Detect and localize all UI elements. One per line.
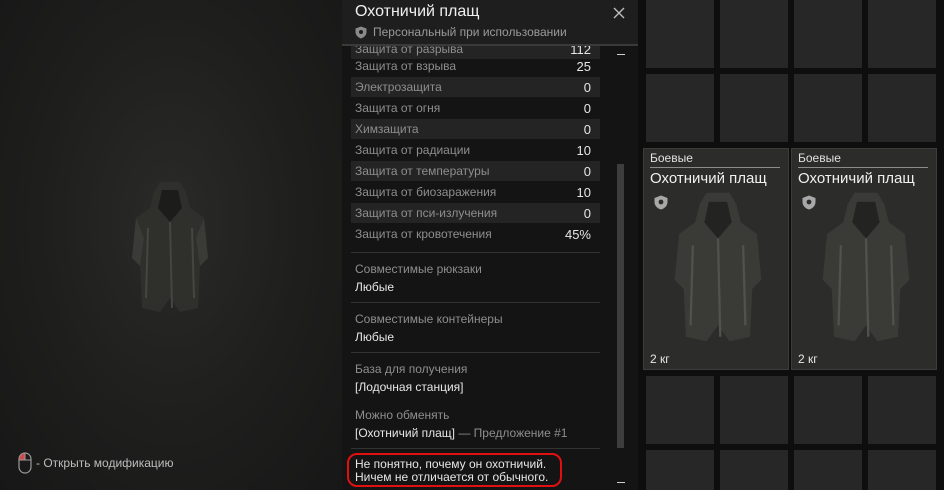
inventory-slot[interactable] [720,450,788,490]
binding-status-text: Персональный при использовании [373,25,567,39]
section-label: Можно обменять [355,408,450,422]
item-info-panel: Охотничий плащ Персональный при использо… [342,0,638,490]
section-value: Любые [355,330,395,344]
stat-name: Защита от разрыва [355,46,464,56]
description-note: Не понятно, почему он охотничий. Ничем н… [347,448,600,487]
shield-icon [802,195,816,210]
description-text: Не понятно, почему он охотничий. Ничем н… [355,458,548,484]
section-label: База для получения [355,362,468,376]
item-title: Охотничий плащ [355,3,480,20]
scroll-down-icon[interactable] [617,482,625,483]
stat-name: Электрозащита [355,80,442,94]
close-icon[interactable] [612,6,626,20]
stat-value: 0 [583,205,591,221]
item-preview-pane[interactable]: - Открыть модификацию [0,0,342,490]
divider [650,167,780,168]
inventory-grid: Боевые Охотничий плащ 2 кг Боевые Охотни… [638,0,944,490]
stats-scroll-area[interactable]: Защита от разрыва 112 Защита от взрыва 2… [342,46,610,490]
item-category: Боевые [650,151,693,165]
stat-row: Защита от радиации 10 [351,140,600,160]
panel-header: Охотничий плащ Персональный при использо… [342,0,638,46]
inventory-slot[interactable] [720,0,788,68]
stat-row: Защита от температуры 0 [351,161,600,181]
source-section: База для получения [Лодочная станция] Мо… [351,352,600,448]
section-label: Совместимые рюкзаки [355,262,482,276]
panel-scrollbar[interactable] [614,46,630,490]
item-weight: 2 кг [798,352,818,366]
scroll-thumb[interactable] [617,164,624,448]
inventory-item[interactable]: Боевые Охотничий плащ 2 кг [643,148,789,370]
compatible-containers-section: Совместимые контейнеры Любые [351,302,600,352]
section-value: Любые [355,280,395,294]
shield-icon [654,195,668,210]
inventory-slot[interactable] [794,376,862,444]
inventory-slot[interactable] [646,450,714,490]
binding-status: Персональный при использовании [355,25,567,39]
stat-name: Защита от пси-излучения [355,206,498,220]
scroll-up-icon[interactable] [617,54,625,55]
inventory-slot[interactable] [868,74,936,142]
stat-value: 112 [570,46,591,57]
stat-row: Защита от кровотечения 45% [351,224,600,244]
inventory-slot[interactable] [646,376,714,444]
section-label: Совместимые контейнеры [355,312,503,326]
stat-value: 10 [576,184,591,200]
stat-name: Защита от огня [355,101,441,115]
inventory-slot[interactable] [646,0,714,68]
stat-row: Химзащита 0 [351,119,600,139]
mouse-hint-text: - Открыть модификацию [36,456,174,470]
open-modification-hint: - Открыть модификацию [18,452,174,474]
item-name: Охотничий плащ [798,170,915,187]
item-weight: 2 кг [650,352,670,366]
stat-row: Электрозащита 0 [351,77,600,97]
inventory-slot[interactable] [794,74,862,142]
stat-value: 0 [583,163,591,179]
stat-value: 0 [583,121,591,137]
inventory-slot[interactable] [868,450,936,490]
stat-value: 45% [564,226,591,242]
stat-name: Химзащита [355,122,419,136]
inventory-slot[interactable] [794,450,862,490]
item-name: Охотничий плащ [650,170,767,187]
stat-row: Защита от биозаражения 10 [351,182,600,202]
mouse-icon [18,452,32,474]
compatible-backpacks-section: Совместимые рюкзаки Любые [351,252,600,302]
stat-row: Защита от взрыва 25 [351,56,600,76]
stat-value: 25 [576,58,591,74]
coat-image [674,192,762,342]
inventory-slot[interactable] [720,74,788,142]
stat-row: Защита от огня 0 [351,98,600,118]
description-line: Ничем не отличается от обычного. [355,470,549,484]
stat-value: 10 [576,142,591,158]
stat-name: Защита от биозаражения [355,185,497,199]
inventory-slot[interactable] [720,376,788,444]
inventory-slot[interactable] [868,0,936,68]
stat-row: Защита от пси-излучения 0 [351,203,600,223]
stat-name: Защита от взрыва [355,59,457,73]
source-link[interactable]: [Лодочная станция] [355,380,464,394]
inventory-slot[interactable] [868,376,936,444]
stat-name: Защита от кровотечения [355,227,492,241]
coat-preview-image[interactable] [128,178,212,316]
exchange-value: [Охотничий плащ] — Предложение #1 [355,426,567,440]
coat-image [822,192,910,342]
stat-value: 0 [583,100,591,116]
stat-value: 0 [583,79,591,95]
divider [798,167,928,168]
inventory-slot[interactable] [646,74,714,142]
item-category: Боевые [798,151,841,165]
shield-icon [355,26,367,38]
inventory-slot[interactable] [794,0,862,68]
exchange-link[interactable]: [Охотничий плащ] [355,426,455,440]
exchange-offer: — Предложение #1 [455,426,568,440]
inventory-item[interactable]: Боевые Охотничий плащ 2 кг [791,148,937,370]
stat-name: Защита от температуры [355,164,490,178]
stat-name: Защита от радиации [355,143,471,157]
